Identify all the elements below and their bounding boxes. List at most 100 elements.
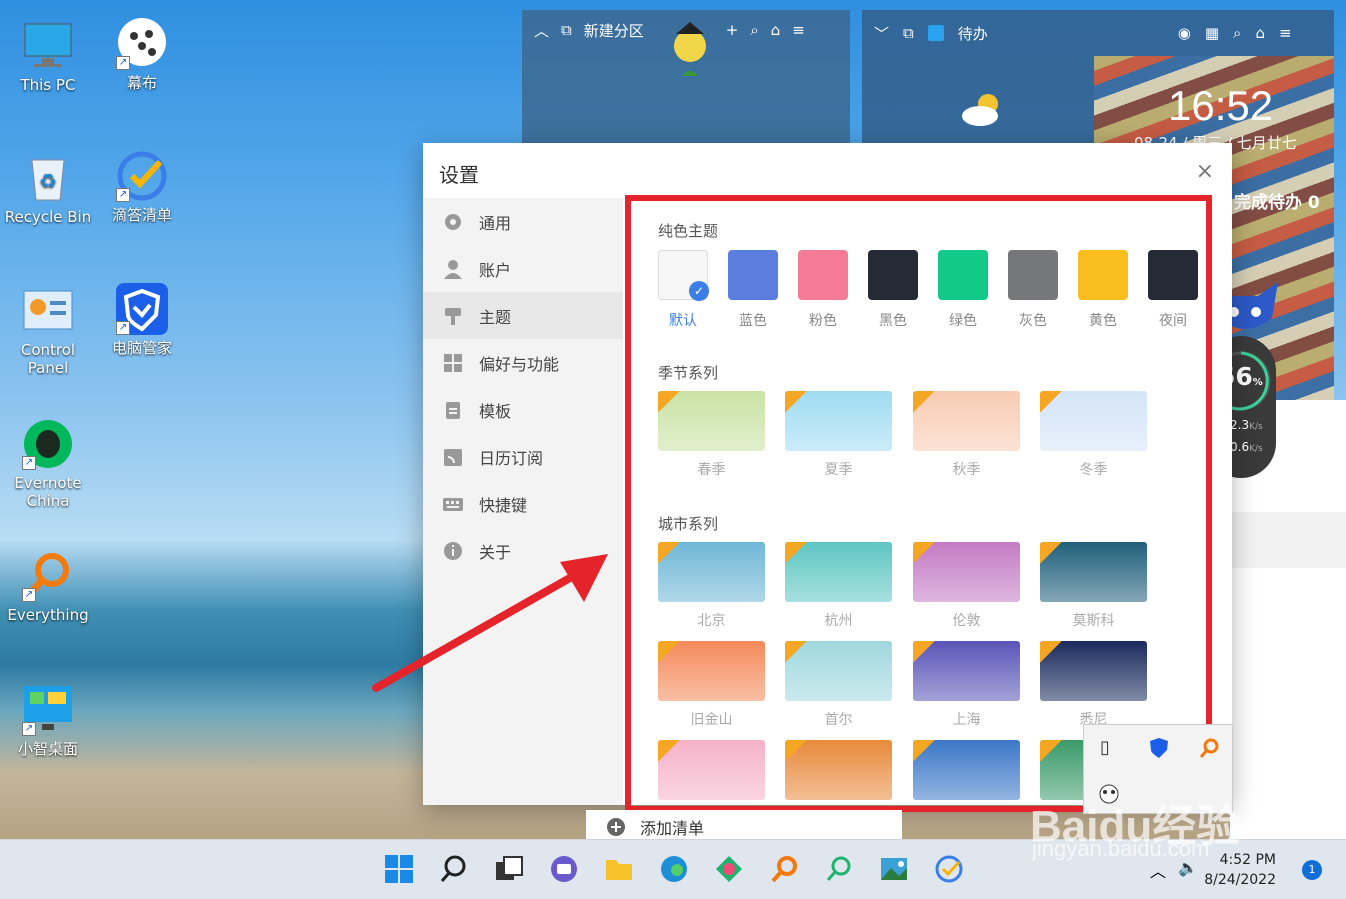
- sidebar-item-calendar[interactable]: 日历订阅: [423, 433, 623, 480]
- shortcut-arrow-icon: ↗: [116, 321, 130, 335]
- sidebar-item-general[interactable]: 通用: [423, 198, 623, 245]
- task-view-icon[interactable]: [492, 852, 526, 886]
- user-icon: [443, 259, 463, 279]
- desktop-icon-xiaozhi[interactable]: ↗ 小智桌面: [0, 684, 96, 758]
- sidebar-item-label: 模板: [479, 401, 512, 421]
- search-icon[interactable]: ⌕: [750, 21, 758, 39]
- desktop-icon-control-panel[interactable]: Control Panel: [0, 285, 96, 377]
- monitor-icon: [22, 20, 74, 72]
- everything-icon[interactable]: [767, 852, 801, 886]
- checkbox-icon: [927, 25, 944, 41]
- desktop-icon-everything[interactable]: ↗ Everything: [0, 550, 96, 624]
- menu-icon[interactable]: ≡: [1279, 24, 1292, 42]
- desktop-icon-label: Everything: [7, 606, 89, 624]
- menu-icon[interactable]: ≡: [792, 21, 805, 39]
- gear-icon: [443, 212, 463, 232]
- shortcut-arrow-icon: ↗: [22, 456, 36, 470]
- user-icon[interactable]: ◉: [1178, 24, 1191, 42]
- chevron-down-icon[interactable]: ﹀: [874, 23, 889, 44]
- desktop-icon-label: 幕布: [126, 74, 157, 92]
- completed-todos: 完成待办 0: [1234, 193, 1320, 213]
- chevron-up-icon[interactable]: ︿: [534, 20, 549, 41]
- shirt-icon[interactable]: ⌂: [771, 21, 781, 39]
- search-green-icon[interactable]: [822, 852, 856, 886]
- dialog-title: 设置: [439, 163, 479, 187]
- usb-icon[interactable]: ▯: [1100, 737, 1110, 758]
- sidebar-item-label: 日历订阅: [479, 448, 544, 468]
- red-arrow-icon: [372, 554, 608, 692]
- shirt-icon[interactable]: ⌂: [1255, 24, 1265, 42]
- highlight-box: [625, 195, 1212, 812]
- partly-cloudy-icon: [962, 94, 998, 126]
- settings-sidebar: 通用 账户 主题 偏好与功能 模板 日历订阅 快捷键 关于: [423, 198, 623, 805]
- desktop-icon-label: This PC: [20, 76, 76, 94]
- sidebar-item-label: 偏好与功能: [479, 354, 560, 374]
- add-icon[interactable]: +: [726, 21, 739, 39]
- sidebar-item-label: 快捷键: [479, 495, 528, 515]
- desktop-icon-recycle-bin[interactable]: ♻ Recycle Bin: [0, 152, 96, 226]
- sidebar-item-templates[interactable]: 模板: [423, 386, 623, 433]
- window-icon[interactable]: ⧉: [561, 21, 572, 39]
- search-icon[interactable]: [437, 852, 471, 886]
- shortcut-arrow-icon: ↗: [22, 588, 36, 602]
- start-icon[interactable]: [382, 852, 416, 886]
- speed-unit: K/s: [1249, 444, 1263, 454]
- shortcut-arrow-icon: ↗: [116, 188, 130, 202]
- speed-unit: K/s: [1249, 422, 1263, 432]
- magnifier-icon[interactable]: [1198, 737, 1220, 759]
- shield-icon[interactable]: [1148, 737, 1170, 759]
- dida-icon[interactable]: [932, 852, 966, 886]
- sidebar-item-label: 账户: [479, 260, 512, 280]
- svg-text:♻: ♻: [39, 169, 57, 193]
- folder-icon[interactable]: [602, 852, 636, 886]
- desktop-icon-label: Recycle Bin: [4, 208, 92, 226]
- todo-title: 待办: [957, 24, 988, 43]
- desktop-icon-label: 滴答清单: [111, 206, 172, 224]
- shield-icon: ↗: [116, 283, 168, 335]
- xiaozhi-desktop-icon: ↗: [22, 684, 74, 736]
- grid-icon: [443, 353, 463, 373]
- add-list-label: 添加清单: [640, 819, 705, 838]
- clipboard-icon: [443, 400, 463, 420]
- chat-icon[interactable]: [547, 852, 581, 886]
- plus-circle-icon: [607, 818, 625, 836]
- photos-icon[interactable]: [877, 852, 911, 886]
- dida-icon: ↗: [116, 150, 168, 202]
- sidebar-item-shortcuts[interactable]: 快捷键: [423, 480, 623, 527]
- shortcut-arrow-icon: ↗: [116, 56, 130, 70]
- calendar-icon[interactable]: ▦: [1205, 24, 1219, 42]
- recycle-bin-icon: ♻: [22, 152, 74, 204]
- edge-icon[interactable]: [657, 852, 691, 886]
- sidebar-item-theme[interactable]: 主题: [423, 292, 623, 339]
- desktop-icon-this-pc[interactable]: This PC: [0, 20, 96, 94]
- keyboard-icon: [443, 494, 463, 514]
- search-icon[interactable]: ⌕: [1233, 24, 1241, 42]
- sidebar-item-label: 主题: [479, 307, 512, 327]
- rss-calendar-icon: [443, 447, 463, 467]
- partition-widget: ︿ ⧉ 新建分区 + ⌕ ⌂ ≡: [522, 10, 850, 150]
- gauge-unit: %: [1252, 377, 1263, 388]
- mascot-icon: [674, 22, 706, 76]
- desktop-icon-label: 小智桌面: [17, 740, 78, 758]
- desktop-icon-dida[interactable]: ↗ 滴答清单: [94, 150, 190, 224]
- upload-speed: 2.3: [1230, 418, 1250, 432]
- sidebar-item-label: 通用: [479, 213, 512, 233]
- sidebar-item-preferences[interactable]: 偏好与功能: [423, 339, 623, 386]
- taskbar-date: 8/24/2022: [1204, 872, 1276, 888]
- desktop-icon-pc-manager[interactable]: ↗ 电脑管家: [94, 283, 190, 357]
- close-icon[interactable]: ×: [1196, 159, 1214, 184]
- window-icon[interactable]: ⧉: [903, 24, 914, 42]
- evernote-icon: ↗: [22, 418, 74, 470]
- taskbar-clock[interactable]: 4:52 PM 8/24/2022: [1204, 850, 1276, 890]
- desktop-icon-label: Control Panel: [20, 341, 76, 377]
- clock-time: 16:52: [1168, 82, 1274, 129]
- notification-badge[interactable]: 1: [1302, 860, 1322, 880]
- desktop-icon-evernote[interactable]: ↗ Evernote China: [0, 418, 96, 510]
- xmind-icon[interactable]: [712, 852, 746, 886]
- sidebar-item-account[interactable]: 账户: [423, 245, 623, 292]
- shortcut-arrow-icon: ↗: [22, 722, 36, 736]
- download-speed: 0.6: [1230, 440, 1250, 454]
- desktop-icon-mubu[interactable]: ↗ 幕布: [94, 18, 190, 92]
- control-panel-icon: [22, 285, 74, 337]
- paint-brush-icon: [443, 306, 463, 326]
